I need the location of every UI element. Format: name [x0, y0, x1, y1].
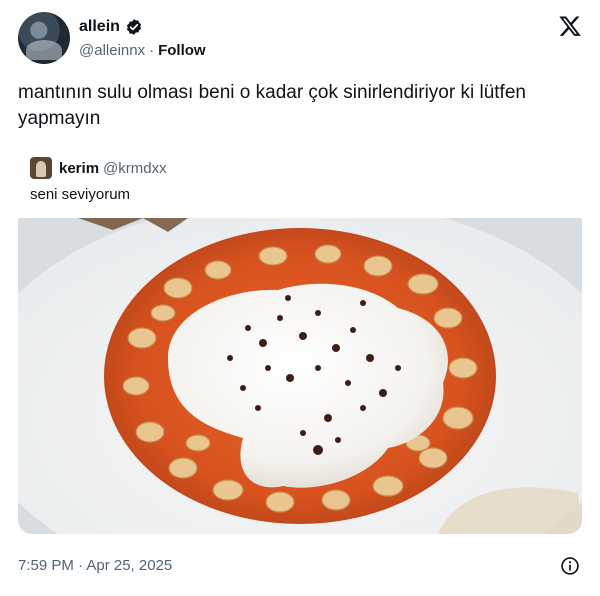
quoted-display-name: kerim [59, 159, 100, 177]
author-display-name[interactable]: allein [79, 18, 120, 36]
manti-photo-illustration [18, 218, 582, 534]
follow-button[interactable]: Follow [158, 42, 206, 59]
author-name-row: allein [79, 18, 143, 36]
tweet-timestamp[interactable]: 7:59 PM · Apr 25, 2025 [18, 557, 172, 574]
author-handle-row: @alleinnx · Follow [79, 42, 206, 59]
quoted-handle: @krmdxx [103, 159, 167, 177]
verified-badge-icon [126, 19, 141, 35]
quoted-text: seni seviyorum [30, 186, 131, 203]
info-icon[interactable] [560, 556, 580, 576]
avatar[interactable] [18, 12, 70, 64]
separator-dot: · [149, 42, 155, 59]
author-handle[interactable]: @alleinnx [79, 42, 145, 59]
tweet-text: mantının sulu olması beni o kadar çok si… [18, 82, 526, 129]
quoted-photo[interactable] [18, 218, 582, 534]
tweet-header: allein @alleinnx · Follow [18, 12, 582, 66]
quoted-avatar [30, 157, 52, 179]
quoted-author-row: kerim @krmdxx [30, 157, 167, 179]
x-logo-icon[interactable] [558, 14, 582, 38]
